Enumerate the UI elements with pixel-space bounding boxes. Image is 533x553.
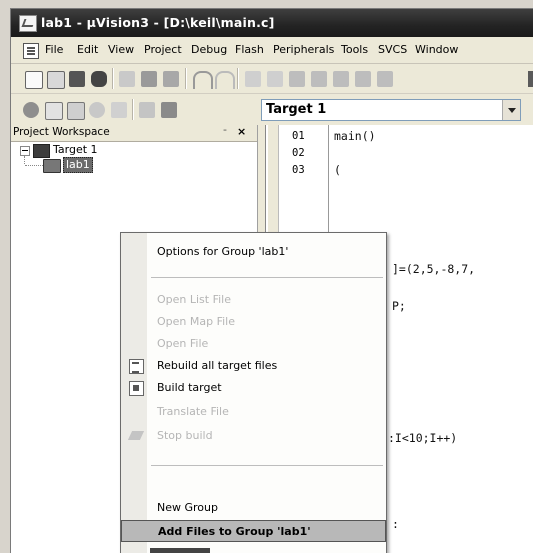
menu-svcs[interactable]: SVCS <box>378 43 407 56</box>
close-icon[interactable]: × <box>237 125 246 138</box>
menu-item-label: Open Map File <box>157 315 235 328</box>
redo-icon[interactable] <box>215 71 235 89</box>
bookmark-prev-icon[interactable] <box>311 71 327 87</box>
menu-tools[interactable]: Tools <box>341 43 368 56</box>
line-number: 03 <box>292 164 305 176</box>
menu-item-stop-build[interactable]: Stop build <box>121 425 386 447</box>
bookmark-toggle-icon[interactable] <box>289 71 305 87</box>
menu-peripherals[interactable]: Peripherals <box>273 43 334 56</box>
bookmark-clear-icon[interactable] <box>355 71 371 87</box>
menu-view[interactable]: View <box>108 43 134 56</box>
stop-build-icon[interactable] <box>111 102 127 118</box>
download-icon[interactable] <box>139 102 155 118</box>
cut-icon[interactable] <box>119 71 135 87</box>
build-icon[interactable] <box>45 102 63 120</box>
file-toolbar <box>11 64 533 94</box>
new-file-icon[interactable] <box>25 71 43 89</box>
app-icon <box>19 15 37 32</box>
menu-separator <box>151 465 383 466</box>
menu-item-label: Build target <box>157 381 222 394</box>
unindent-icon[interactable] <box>267 71 283 87</box>
build-toolbar: Target 1 <box>11 95 533 124</box>
code-line-fragment: :I<10;I++) <box>388 431 458 445</box>
menu-debug[interactable]: Debug <box>191 43 227 56</box>
menu-separator <box>151 277 383 278</box>
menu-edit[interactable]: Edit <box>77 43 98 56</box>
menu-item-label: Rebuild all target files <box>157 359 278 372</box>
menu-item-label: Stop build <box>157 429 213 442</box>
menu-item-label: Options for Group 'lab1' <box>157 245 289 258</box>
chevron-down-icon[interactable] <box>502 100 520 120</box>
pin-icon[interactable]: - <box>223 123 227 136</box>
menu-item-label: Add Files to Group 'lab1' <box>158 525 311 538</box>
tree-connector <box>25 165 43 167</box>
target-icon <box>33 144 50 158</box>
menu-flash[interactable]: Flash <box>235 43 264 56</box>
find-icon[interactable] <box>377 71 393 87</box>
batch-build-icon[interactable] <box>89 102 105 118</box>
menu-item-rebuild-all[interactable]: Rebuild all target files <box>121 355 386 377</box>
menu-item-open-list-file[interactable]: Open List File <box>121 289 386 311</box>
rebuild-icon[interactable] <box>67 102 85 120</box>
menu-item-translate-file[interactable]: Translate File <box>121 401 386 423</box>
tree-item-group-lab1[interactable]: lab1 <box>63 157 93 173</box>
menu-item-label: Open List File <box>157 293 232 306</box>
context-menu: Options for Group 'lab1' Open List File … <box>120 232 387 553</box>
title-bar[interactable]: lab1 - µVision3 - [D:\keil\main.c] <box>11 9 533 37</box>
rebuild-icon <box>129 359 144 374</box>
document-icon[interactable] <box>23 43 39 59</box>
menu-item-new-group[interactable]: New Group <box>121 497 386 519</box>
target-select[interactable]: Target 1 <box>261 99 521 121</box>
code-line: main() <box>334 129 376 143</box>
save-icon[interactable] <box>69 71 85 87</box>
tree-item-target[interactable]: Target 1 <box>53 143 98 156</box>
bookmark-next-icon[interactable] <box>333 71 349 87</box>
menu-file[interactable]: File <box>45 43 63 56</box>
window-title: lab1 - µVision3 - [D:\keil\main.c] <box>41 15 275 30</box>
tree-collapse-toggle[interactable] <box>20 146 30 156</box>
menu-bar: File Edit View Project Debug Flash Perip… <box>11 38 533 64</box>
target-select-value: Target 1 <box>266 102 327 117</box>
menu-item-build-target[interactable]: Build target <box>121 377 386 399</box>
menu-project[interactable]: Project <box>144 43 182 56</box>
code-line: ( <box>334 163 341 177</box>
code-line-fragment: ]=(2,5,-8,7, <box>392 262 476 276</box>
translate-icon[interactable] <box>23 102 39 118</box>
open-file-icon[interactable] <box>47 71 65 89</box>
menu-overflow-edge <box>150 548 210 553</box>
code-line-fragment: : <box>392 517 399 531</box>
indent-icon[interactable] <box>245 71 261 87</box>
undo-icon[interactable] <box>193 71 213 89</box>
menu-item-options-for-group[interactable]: Options for Group 'lab1' <box>121 241 386 263</box>
menu-item-open-file[interactable]: Open File <box>121 333 386 355</box>
save-all-icon[interactable] <box>91 71 107 87</box>
target-options-icon[interactable] <box>161 102 177 118</box>
menu-item-open-map-file[interactable]: Open Map File <box>121 311 386 333</box>
stop-build-icon <box>129 429 142 442</box>
toolbar-separator <box>132 99 134 120</box>
tree-connector <box>24 156 26 164</box>
project-workspace-header: Project Workspace - × <box>11 123 257 142</box>
folder-icon <box>43 159 61 173</box>
menu-item-label: Open File <box>157 337 209 350</box>
code-line-fragment: P; <box>392 299 406 313</box>
line-number: 02 <box>292 147 305 159</box>
menu-window[interactable]: Window <box>415 43 458 56</box>
toolbar-overflow[interactable] <box>528 71 533 87</box>
menu-item-add-files-to-group[interactable]: Add Files to Group 'lab1' <box>121 520 386 542</box>
desktop-background: lab1 - µVision3 - [D:\keil\main.c] File … <box>0 0 533 553</box>
copy-icon[interactable] <box>141 71 157 87</box>
build-icon <box>129 381 144 396</box>
menu-item-label: New Group <box>157 501 218 514</box>
toolbar-separator <box>112 68 114 89</box>
menu-item-label: Translate File <box>157 405 229 418</box>
project-workspace-title: Project Workspace <box>13 126 110 138</box>
line-number: 01 <box>292 130 305 142</box>
toolbar-separator <box>185 68 187 89</box>
paste-icon[interactable] <box>163 71 179 87</box>
toolbar-separator <box>237 68 239 89</box>
